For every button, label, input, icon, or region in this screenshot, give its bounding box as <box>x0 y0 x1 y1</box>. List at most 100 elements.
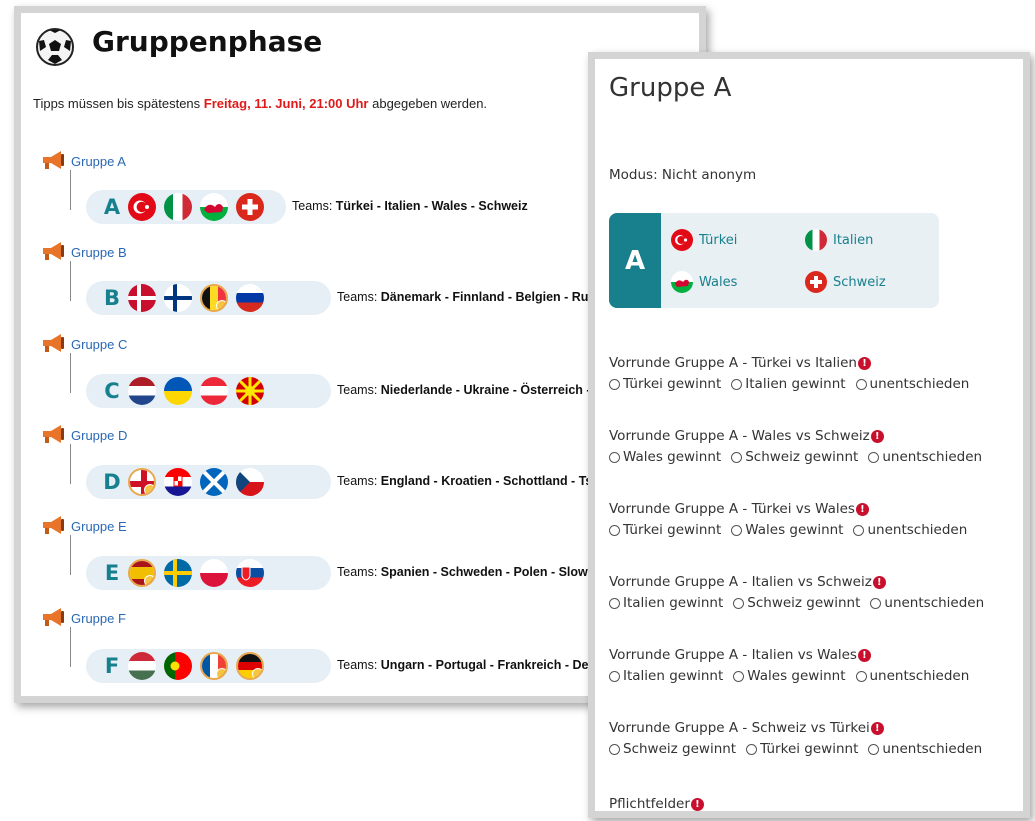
group-link-a[interactable]: Gruppe A <box>41 150 126 173</box>
teams-list: Spanien - Schweden - Polen - Slowakei <box>380 565 613 579</box>
question-text: Vorrunde Gruppe A - Wales vs Schweiz <box>609 428 870 444</box>
radio-label: unentschieden <box>882 741 983 757</box>
group-link-label: Gruppe B <box>71 245 127 260</box>
radio-option[interactable]: unentschieden <box>870 595 984 611</box>
radio-option[interactable]: unentschieden <box>868 741 982 757</box>
radio-button[interactable] <box>609 743 620 755</box>
ukraine-flag-icon <box>164 377 192 405</box>
page-title: Gruppenphase <box>92 25 323 58</box>
radio-option[interactable]: Wales gewinnt <box>733 668 846 684</box>
radio-option[interactable]: Wales gewinnt <box>731 522 843 538</box>
radio-button[interactable] <box>746 743 758 755</box>
star-icon <box>252 668 262 678</box>
radio-label: Türkei gewinnt <box>623 522 722 538</box>
radio-option[interactable]: unentschieden <box>853 522 967 538</box>
megaphone-icon <box>41 333 67 356</box>
radio-button[interactable] <box>609 597 620 609</box>
radio-button[interactable] <box>868 451 880 463</box>
radio-label: Wales gewinnt <box>745 522 844 538</box>
tree-line <box>70 627 71 667</box>
tree-line <box>70 261 71 301</box>
radio-option[interactable]: Türkei gewinnt <box>609 522 721 538</box>
radio-button[interactable] <box>609 451 620 463</box>
group-link-d[interactable]: Gruppe D <box>41 424 127 447</box>
spain-flag-icon <box>128 559 156 587</box>
italy-flag-icon <box>805 229 827 251</box>
teams-prefix: Teams: <box>292 199 333 213</box>
radio-option[interactable]: Schweiz gewinnt <box>609 741 736 757</box>
belgium-flag-icon <box>200 284 228 312</box>
group-link-b[interactable]: Gruppe B <box>41 241 127 264</box>
radio-group: Wales gewinnt Schweiz gewinnt unentschiede… <box>609 449 982 465</box>
question-label: Vorrunde Gruppe A - Wales vs Schweiz! <box>609 428 884 444</box>
radio-label: unentschieden <box>869 376 970 392</box>
russia-flag-icon <box>236 284 264 312</box>
radio-button[interactable] <box>733 597 745 609</box>
star-icon <box>144 575 154 585</box>
question-text: Vorrunde Gruppe A - Türkei vs Wales <box>609 501 855 517</box>
group-link-c[interactable]: Gruppe C <box>41 333 127 356</box>
radio-option[interactable]: unentschieden <box>855 376 970 392</box>
radio-button[interactable] <box>870 597 882 609</box>
radio-option[interactable]: Schweiz gewinnt <box>731 449 858 465</box>
hungary-flag-icon <box>128 652 156 680</box>
required-icon: ! <box>857 649 871 662</box>
megaphone-icon <box>41 241 67 264</box>
question-label: Vorrunde Gruppe A - Italien vs Schweiz! <box>609 574 886 590</box>
group-link-f[interactable]: Gruppe F <box>41 607 126 630</box>
teams-list: Niederlande - Ukraine - Österreich - Nor… <box>380 383 624 397</box>
radio-button[interactable] <box>853 524 865 536</box>
radio-button[interactable] <box>733 670 745 682</box>
radio-option[interactable]: Schweiz gewinnt <box>733 595 860 611</box>
switzerland-flag-icon <box>236 193 264 221</box>
group-letter: D <box>103 470 121 494</box>
question-text: Vorrunde Gruppe A - Italien vs Schweiz <box>609 574 872 590</box>
radio-label: unentschieden <box>882 449 983 465</box>
radio-button[interactable] <box>855 378 867 390</box>
deadline-notice: Tipps müssen bis spätestens Freitag, 11.… <box>33 96 487 111</box>
radio-option[interactable]: Türkei gewinnt <box>746 741 858 757</box>
notice-text-end: abgegeben werden. <box>368 96 488 111</box>
radio-button[interactable] <box>609 670 620 682</box>
switzerland-flag-icon <box>805 271 827 293</box>
required-icon: ! <box>858 357 871 370</box>
radio-button[interactable] <box>731 451 743 463</box>
group-link-label: Gruppe E <box>71 519 127 534</box>
radio-button[interactable] <box>731 378 743 390</box>
notice-text: Tipps müssen bis spätestens <box>33 96 204 111</box>
radio-button[interactable] <box>731 524 743 536</box>
group-link-label: Gruppe D <box>71 428 128 443</box>
sweden-flag-icon <box>164 559 192 587</box>
radio-option[interactable]: Wales gewinnt <box>609 449 721 465</box>
radio-label: Türkei gewinnt <box>623 376 722 392</box>
radio-option[interactable]: unentschieden <box>868 449 982 465</box>
radio-button[interactable] <box>855 670 867 682</box>
tree-line <box>70 170 71 210</box>
group-letter: C <box>104 379 120 403</box>
megaphone-icon <box>41 150 67 173</box>
radio-option[interactable]: Türkei gewinnt <box>609 376 721 392</box>
radio-label: unentschieden <box>884 595 985 611</box>
mode-label: Modus: Nicht anonym <box>609 167 757 183</box>
slovakia-flag-icon <box>236 559 264 587</box>
deadline-text: Freitag, 11. Juni, 21:00 Uhr <box>203 96 369 111</box>
teams-prefix: Teams: <box>337 658 378 672</box>
flag-row <box>128 652 264 680</box>
flag-row <box>128 468 264 496</box>
radio-option[interactable]: Italien gewinnt <box>609 668 723 684</box>
radio-button[interactable] <box>609 524 620 536</box>
group-badge: B <box>86 281 331 315</box>
group-badge: D <box>86 465 331 499</box>
group-link-e[interactable]: Gruppe E <box>41 515 127 538</box>
denmark-flag-icon <box>128 284 156 312</box>
radio-button[interactable] <box>609 378 620 390</box>
group-vote-panel: Gruppe A Modus: Nicht anonym A Türkei It… <box>588 52 1030 818</box>
radio-option[interactable]: Italien gewinnt <box>609 595 723 611</box>
tree-line <box>70 444 71 484</box>
radio-button[interactable] <box>868 743 880 755</box>
radio-option[interactable]: unentschieden <box>855 668 969 684</box>
question-label: Vorrunde Gruppe A - Italien vs Wales! <box>609 647 871 663</box>
radio-option[interactable]: Italien gewinnt <box>731 376 846 392</box>
radio-group: Italien gewinnt Schweiz gewinnt unentschie… <box>609 595 984 611</box>
required-icon: ! <box>690 798 704 811</box>
